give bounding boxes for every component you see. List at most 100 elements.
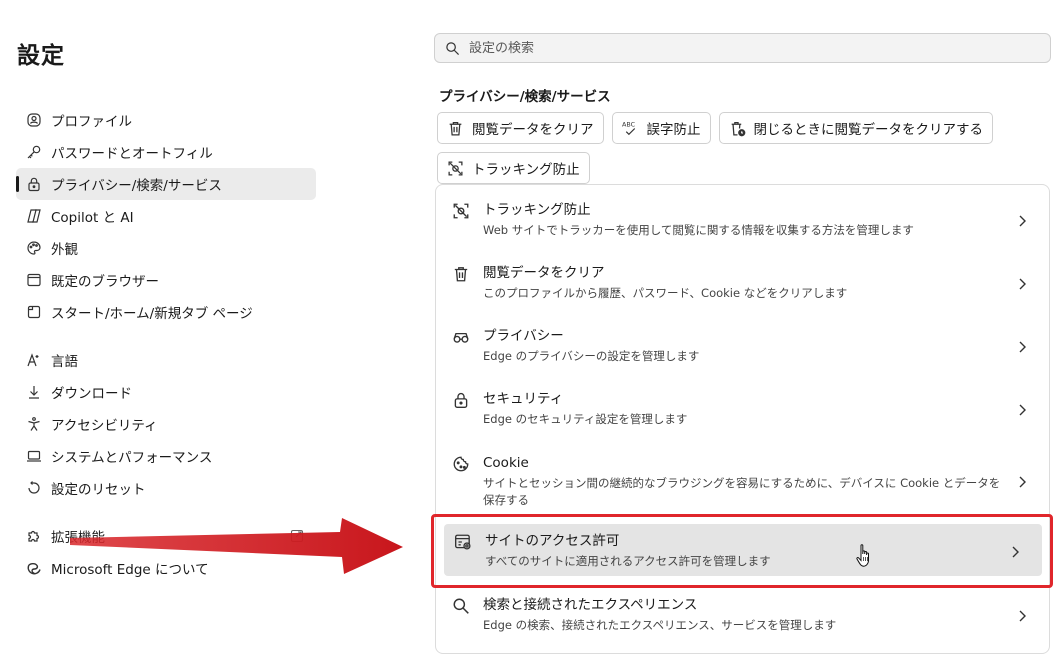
privacy-settings-list: トラッキング防止 Web サイトでトラッカーを使用して閲覧に関する情報を収集する方… <box>435 184 1050 654</box>
profile-icon <box>26 112 42 128</box>
chip-clear-on-close[interactable]: 閉じるときに閲覧データをクリアする <box>718 112 993 144</box>
sidebar-item-label: 既定のブラウザー <box>51 274 159 290</box>
external-link-icon <box>290 529 304 543</box>
chip-spellcheck[interactable]: ABC 誤字防止 <box>611 112 711 144</box>
sidebar-item-extensions[interactable]: 拡張機能 <box>16 520 316 552</box>
laptop-icon <box>26 448 42 464</box>
sidebar-item-passwords[interactable]: パスワードとオートフィル <box>16 136 316 168</box>
sidebar-item-about[interactable]: Microsoft Edge について <box>16 552 316 584</box>
sidebar-item-start-home[interactable]: スタート/ホーム/新規タブ ページ <box>16 296 316 328</box>
lock-icon <box>452 391 470 409</box>
sidebar-item-label: Copilot と AI <box>51 210 134 226</box>
sidebar-item-default-browser[interactable]: 既定のブラウザー <box>16 264 316 296</box>
row-description: このプロファイルから履歴、パスワード、Cookie などをクリアします <box>483 286 848 300</box>
trash-clock-icon <box>731 121 745 136</box>
download-icon <box>26 384 42 400</box>
sidebar-item-label: アクセシビリティ <box>51 418 158 434</box>
row-clear-browsing-data[interactable]: 閲覧データをクリアこのプロファイルから履歴、パスワード、Cookie などをクリ… <box>436 264 1049 302</box>
sidebar-item-reset[interactable]: 設定のリセット <box>16 472 316 504</box>
trash-icon <box>452 265 470 283</box>
chevron-right-icon <box>1019 476 1026 488</box>
row-title: セキュリティ <box>483 391 564 407</box>
chip-tracking-prevention[interactable]: トラッキング防止 <box>437 152 590 184</box>
row-description: Edge のプライバシーの設定を管理します <box>483 349 700 363</box>
row-title: サイトのアクセス許可 <box>485 533 620 549</box>
row-description: Edge の検索、接続されたエクスペリエンス、サービスを管理します <box>483 618 837 632</box>
sidebar-item-accessibility[interactable]: アクセシビリティ <box>16 408 316 440</box>
svg-text:ABC: ABC <box>622 120 636 128</box>
chip-clear-browsing-data[interactable]: 閲覧データをクリア <box>437 112 604 144</box>
row-title: トラッキング防止 <box>483 202 591 218</box>
sidebar-item-profile[interactable]: プロファイル <box>16 104 316 136</box>
search-input[interactable] <box>469 40 1029 56</box>
sidebar-item-label: システムとパフォーマンス <box>51 450 213 466</box>
palette-icon <box>26 240 42 256</box>
chevron-right-icon <box>1019 404 1026 416</box>
page-title: 設定 <box>17 43 65 69</box>
row-title: Cookie <box>483 455 529 471</box>
copilot-icon <box>26 208 42 224</box>
trash-icon <box>449 121 462 136</box>
section-title: プライバシー/検索/サービス <box>439 89 611 105</box>
glasses-icon <box>452 328 470 346</box>
sidebar-item-label: 拡張機能 <box>51 530 105 546</box>
search-icon <box>446 41 460 55</box>
chevron-right-icon <box>1012 546 1019 558</box>
sidebar-item-system[interactable]: システムとパフォーマンス <box>16 440 316 472</box>
row-title: 閲覧データをクリア <box>483 265 605 281</box>
sidebar-item-label: ダウンロード <box>51 386 132 402</box>
puzzle-icon <box>26 528 42 544</box>
nav-group-2: 言語 ダウンロード アクセシビリティ システムとパフォーマンス 設定のリセット <box>16 344 316 504</box>
search-box[interactable] <box>434 33 1051 63</box>
search-icon <box>452 597 470 615</box>
reset-icon <box>26 480 42 496</box>
sidebar-item-label: プロファイル <box>51 114 132 130</box>
chip-label: 誤字防止 <box>646 122 701 138</box>
row-privacy[interactable]: プライバシー Edge のプライバシーの設定を管理します <box>436 327 1049 365</box>
cookie-icon <box>452 455 470 473</box>
nav-group-3: 拡張機能 Microsoft Edge について <box>16 520 316 584</box>
sidebar-item-label: プライバシー/検索/サービス <box>51 178 222 194</box>
chip-label: トラッキング防止 <box>472 162 580 178</box>
tracking-icon <box>448 160 463 176</box>
sidebar-item-copilot[interactable]: Copilot と AI <box>16 200 316 232</box>
chevron-right-icon <box>1019 278 1026 290</box>
chevron-right-icon <box>1019 215 1026 227</box>
chip-label: 閉じるときに閲覧データをクリアする <box>753 122 984 138</box>
spellcheck-icon: ABC <box>622 120 636 135</box>
sidebar-item-label: パスワードとオートフィル <box>51 146 213 162</box>
nav-group-1: プロファイル パスワードとオートフィル プライバシー/検索/サービス Copil… <box>16 104 316 328</box>
site-permissions-icon <box>454 533 472 551</box>
key-icon <box>26 144 42 160</box>
sidebar-item-label: 外観 <box>51 242 78 258</box>
sidebar-item-language[interactable]: 言語 <box>16 344 316 376</box>
chevron-right-icon <box>1019 610 1026 622</box>
row-description: すべてのサイトに適用されるアクセス許可を管理します <box>485 554 771 568</box>
row-cookie[interactable]: Cookie サイトとセッション間の継続的なブラウジングを容易にするために、デバイ… <box>436 454 1049 509</box>
language-icon <box>26 352 42 368</box>
quick-links: 閲覧データをクリア ABC 誤字防止 閉じるときに閲覧データをクリアする トラッ… <box>437 112 1047 184</box>
sidebar-item-label: Microsoft Edge について <box>51 562 209 578</box>
sidebar-item-downloads[interactable]: ダウンロード <box>16 376 316 408</box>
home-icon <box>26 304 42 320</box>
sidebar-item-label: スタート/ホーム/新規タブ ページ <box>51 306 253 322</box>
row-search-connected[interactable]: 検索と接続されたエクスペリエンス Edge の検索、接続されたエクスペリエンス、サ… <box>436 596 1049 634</box>
accessibility-icon <box>26 416 42 432</box>
row-tracking-prevention[interactable]: トラッキング防止 Web サイトでトラッカーを使用して閲覧に関する情報を収集する方… <box>436 201 1049 239</box>
lock-icon <box>26 176 42 192</box>
tracking-icon <box>452 202 470 220</box>
browser-icon <box>26 272 42 288</box>
edge-icon <box>26 560 42 576</box>
sidebar-nav: プロファイル パスワードとオートフィル プライバシー/検索/サービス Copil… <box>16 104 316 600</box>
chevron-right-icon <box>1019 341 1026 353</box>
row-title: プライバシー <box>483 328 564 344</box>
row-site-permissions[interactable]: サイトのアクセス許可すべてのサイトに適用されるアクセス許可を管理します <box>444 524 1042 576</box>
row-title: 検索と接続されたエクスペリエンス <box>483 597 698 613</box>
sidebar-item-privacy[interactable]: プライバシー/検索/サービス <box>16 168 316 200</box>
row-description: Edge のセキュリティ設定を管理します <box>483 412 688 426</box>
row-description: サイトとセッション間の継続的なブラウジングを容易にするために、デバイスに Coo… <box>483 476 1001 507</box>
chip-label: 閲覧データをクリア <box>472 122 594 138</box>
sidebar-item-appearance[interactable]: 外観 <box>16 232 316 264</box>
sidebar-item-label: 言語 <box>51 354 78 370</box>
row-security[interactable]: セキュリティ Edge のセキュリティ設定を管理します <box>436 390 1049 428</box>
